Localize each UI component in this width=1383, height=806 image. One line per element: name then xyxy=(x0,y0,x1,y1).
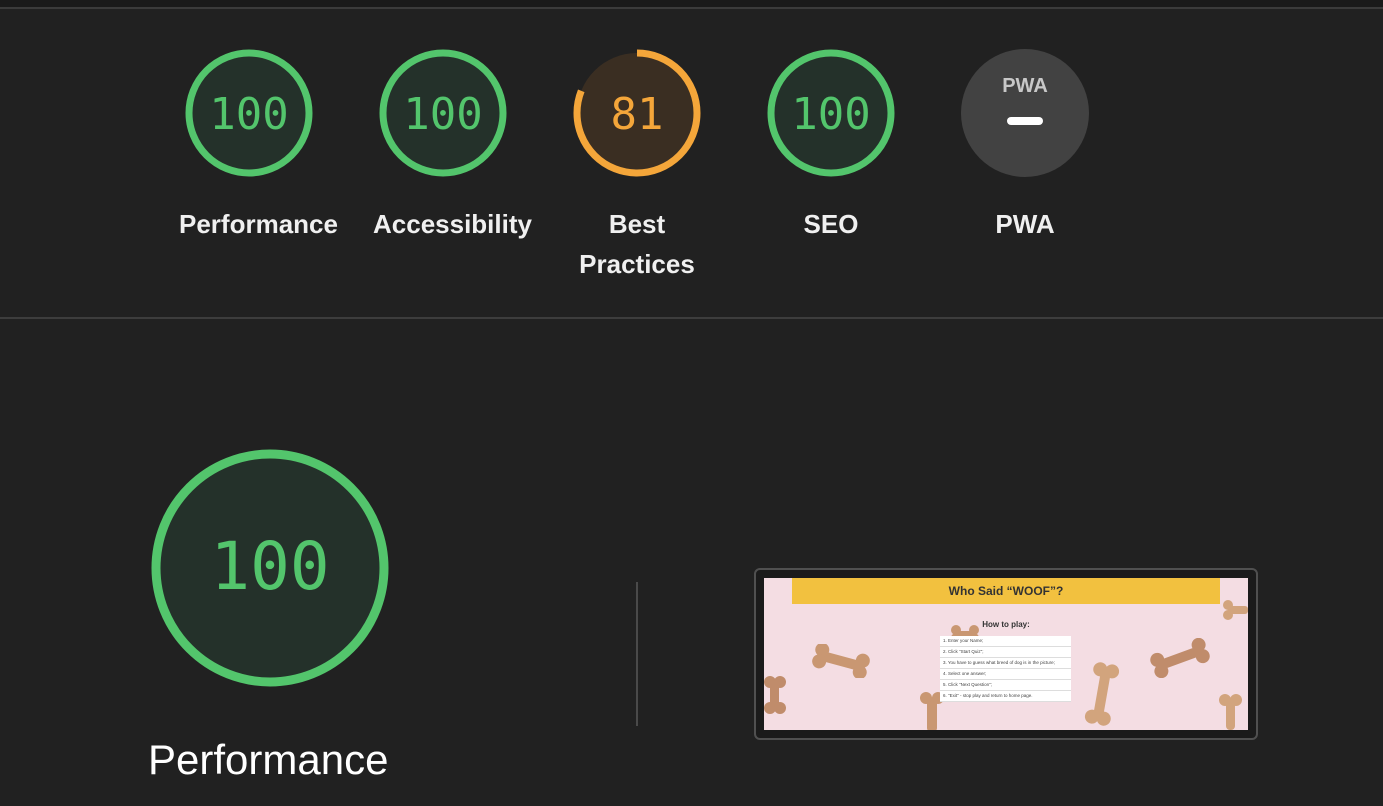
gauge-seo-score: 100 xyxy=(791,89,870,140)
dog-bone-icon xyxy=(812,644,870,678)
gauge-best-practices-label: Best Practices xyxy=(579,209,695,279)
screenshot-instructions-list: 1. Enter your Name; 2. Click "Start Quiz… xyxy=(940,636,1071,702)
gauge-performance-label: Performance xyxy=(179,209,338,239)
gauge-performance-score: 100 xyxy=(209,89,288,140)
list-item: 1. Enter your Name; xyxy=(940,636,1071,647)
gauge-accessibility-label: Accessibility xyxy=(373,209,532,239)
screenshot-image: Who Said “WOOF”? How to play: 1. Enter y… xyxy=(764,578,1248,730)
gauge-accessibility-ring: 100 xyxy=(379,49,507,177)
gauge-pwa-label: PWA xyxy=(995,209,1055,239)
list-item: 4. Select one answer; xyxy=(940,669,1071,680)
list-item: 2. Click "Start Quiz"; xyxy=(940,647,1071,658)
performance-gauge-large: 100 xyxy=(148,446,392,695)
gauge-performance-ring: 100 xyxy=(185,49,313,177)
screenshot-howto-heading: How to play: xyxy=(982,620,1030,629)
dog-bone-icon xyxy=(764,676,786,714)
pwa-badge-text: PWA xyxy=(1002,75,1048,97)
gauge-seo[interactable]: 100 SEO xyxy=(761,47,901,244)
pwa-badge-icon: PWA xyxy=(961,49,1089,177)
gauge-best-practices-ring: 81 xyxy=(573,49,701,177)
gauge-best-practices[interactable]: 81 Best Practices xyxy=(567,47,707,284)
top-edge xyxy=(0,0,1383,9)
list-item: 5. Click "Next Question"; xyxy=(940,680,1071,691)
gauge-best-practices-score: 81 xyxy=(611,89,664,140)
dog-bone-icon xyxy=(1150,638,1210,678)
screenshot-banner-title: Who Said “WOOF”? xyxy=(792,578,1220,604)
dog-bone-icon xyxy=(1084,662,1120,726)
gauge-performance[interactable]: 100 Performance xyxy=(179,47,338,244)
vertical-divider xyxy=(636,582,638,726)
pwa-dash-icon xyxy=(1007,117,1043,125)
performance-gauge-ring: 100 xyxy=(151,449,389,687)
performance-gauge-score: 100 xyxy=(210,528,329,605)
gauge-accessibility-score: 100 xyxy=(403,89,482,140)
gauge-seo-ring: 100 xyxy=(767,49,895,177)
dog-bone-icon xyxy=(1219,694,1242,730)
gauge-seo-label: SEO xyxy=(803,209,859,239)
performance-title: Performance xyxy=(148,736,389,783)
dog-bone-icon xyxy=(1223,600,1248,620)
final-screenshot[interactable]: Who Said “WOOF”? How to play: 1. Enter y… xyxy=(754,568,1258,740)
gauge-pwa[interactable]: PWA PWA xyxy=(955,47,1095,244)
list-item: 3. You have to guess what breed of dog i… xyxy=(940,658,1071,669)
gauge-accessibility[interactable]: 100 Accessibility xyxy=(373,47,532,244)
list-item: 6. "Exit" - stop play and return to home… xyxy=(940,691,1071,702)
section-divider xyxy=(0,317,1383,319)
